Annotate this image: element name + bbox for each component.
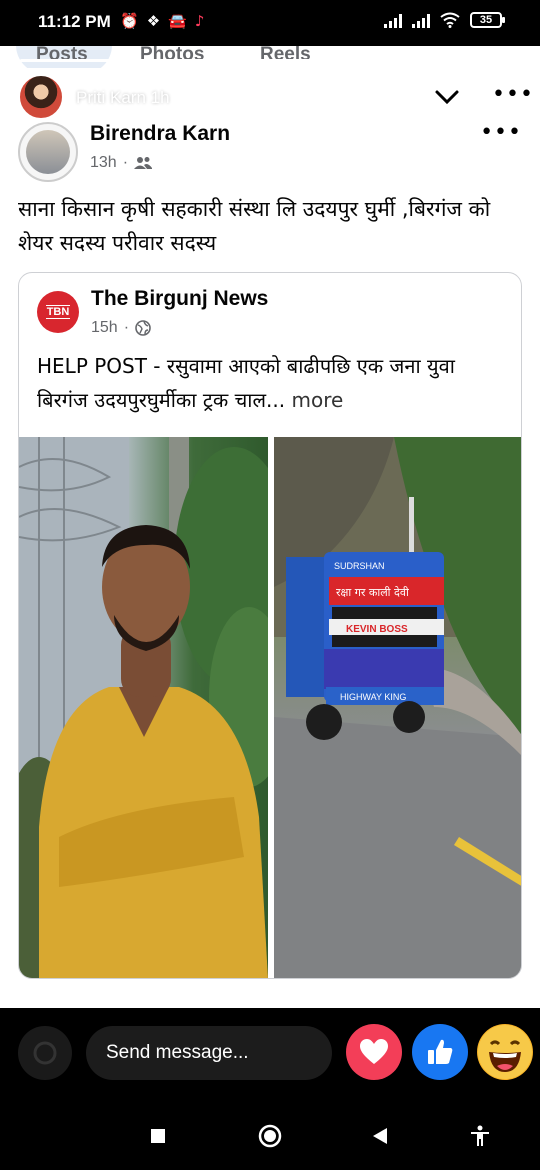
- photo-man[interactable]: [19, 437, 268, 978]
- circle-icon: [258, 1124, 282, 1148]
- shared-post-meta: 15h ·: [91, 319, 151, 337]
- tab-photos[interactable]: Photos: [140, 46, 204, 66]
- post-header: Birendra Karn 13h · •••: [0, 120, 540, 186]
- post-more-icon[interactable]: •••: [480, 120, 522, 145]
- story-progress-bar: [20, 59, 350, 62]
- story-age: 1h: [150, 88, 170, 107]
- love-reaction-button[interactable]: [346, 1024, 402, 1080]
- shared-post-card[interactable]: TBN The Birgunj News 15h · HELP POST - र…: [18, 272, 522, 979]
- signal-icon-2: [412, 12, 430, 28]
- thumbs-up-icon: [428, 1039, 453, 1064]
- avatar-photo: [26, 130, 70, 174]
- author-name[interactable]: Birendra Karn: [90, 122, 230, 146]
- story-author[interactable]: Priti Karn 1h: [76, 88, 170, 108]
- chevron-down-icon[interactable]: [434, 84, 460, 110]
- post-text: साना किसान कृषी सहकारी संस्था लि उदयपुर …: [18, 197, 491, 255]
- camera-icon: [33, 1041, 57, 1065]
- heart-icon: [360, 1039, 388, 1064]
- system-navigation-bar: [0, 1100, 540, 1170]
- dropbox-icon: ❖: [146, 12, 161, 30]
- square-icon: [151, 1129, 165, 1143]
- tab-reels[interactable]: Reels: [260, 46, 311, 66]
- page-name[interactable]: The Birgunj News: [91, 287, 268, 311]
- profile-tabs: Posts Photos Reels: [0, 46, 540, 68]
- photo-grid: रक्षा गर काली देवी KEVIN BOSS SUDRSHAN H…: [19, 437, 521, 978]
- tiktok-icon: ♪: [194, 12, 205, 30]
- signal-icon: [384, 12, 402, 28]
- alarm-off-icon: ⏰: [120, 12, 139, 30]
- author-avatar[interactable]: [18, 122, 78, 182]
- story-more-icon[interactable]: •••: [492, 82, 534, 107]
- battery-icon: 35: [470, 12, 505, 28]
- story-avatar[interactable]: [18, 74, 64, 120]
- message-input[interactable]: Send message...: [86, 1026, 332, 1080]
- car-icon: 🚘: [168, 12, 187, 30]
- home-button[interactable]: [258, 1124, 282, 1148]
- like-reaction-button[interactable]: [412, 1024, 468, 1080]
- photo-truck[interactable]: रक्षा गर काली देवी KEVIN BOSS SUDRSHAN H…: [274, 437, 521, 978]
- tab-posts[interactable]: Posts: [36, 46, 88, 66]
- status-icons-right: 35: [384, 12, 505, 28]
- status-time: 11:12 PM: [38, 12, 111, 31]
- feed[interactable]: Posts Photos Reels Priti Karn 1h ••• Bir…: [0, 46, 540, 1008]
- truck-photo-illustration: रक्षा गर काली देवी KEVIN BOSS SUDRSHAN H…: [274, 437, 521, 978]
- back-button[interactable]: [368, 1124, 392, 1148]
- globe-icon: [135, 320, 151, 336]
- truck-name-text: KEVIN BOSS: [346, 624, 408, 635]
- page-logo-text: TBN: [45, 305, 71, 319]
- shared-post-text: HELP POST - रसुवामा आएको बाढीपछि एक जना …: [37, 349, 507, 417]
- status-icons-left: ⏰ ❖ 🚘 ♪: [120, 12, 204, 30]
- haha-reaction-button[interactable]: [477, 1024, 533, 1080]
- status-bar: 11:12 PM ⏰ ❖ 🚘 ♪ 35: [0, 0, 540, 46]
- story-header: Priti Karn 1h •••: [0, 70, 540, 122]
- shared-post-time[interactable]: 15h: [91, 319, 118, 337]
- separator-dot: ·: [123, 319, 130, 336]
- page-logo[interactable]: TBN: [37, 291, 79, 333]
- triangle-back-icon: [373, 1128, 387, 1144]
- accessibility-button[interactable]: [468, 1124, 492, 1148]
- see-more-link[interactable]: more: [291, 388, 343, 412]
- post-meta: 13h ·: [90, 154, 153, 172]
- separator-dot: ·: [122, 154, 129, 171]
- accessibility-icon: [471, 1125, 489, 1146]
- camera-button[interactable]: [18, 1026, 72, 1080]
- post-time[interactable]: 13h: [90, 154, 117, 172]
- shared-post-body: HELP POST - रसुवामा आएको बाढीपछि एक जना …: [37, 354, 455, 412]
- truck-tag-text: HIGHWAY KING: [340, 692, 406, 702]
- wifi-icon: [440, 12, 460, 28]
- laughing-face-icon: [478, 1025, 532, 1079]
- truck-banner-text: रक्षा गर काली देवी: [336, 586, 409, 599]
- story-author-name: Priti Karn: [76, 88, 146, 107]
- friends-audience-icon: [134, 157, 153, 169]
- message-bar: Send message...: [0, 1008, 540, 1100]
- recents-button[interactable]: [146, 1124, 170, 1148]
- truck-company-text: SUDRSHAN: [334, 561, 385, 571]
- man-photo-illustration: [19, 437, 268, 978]
